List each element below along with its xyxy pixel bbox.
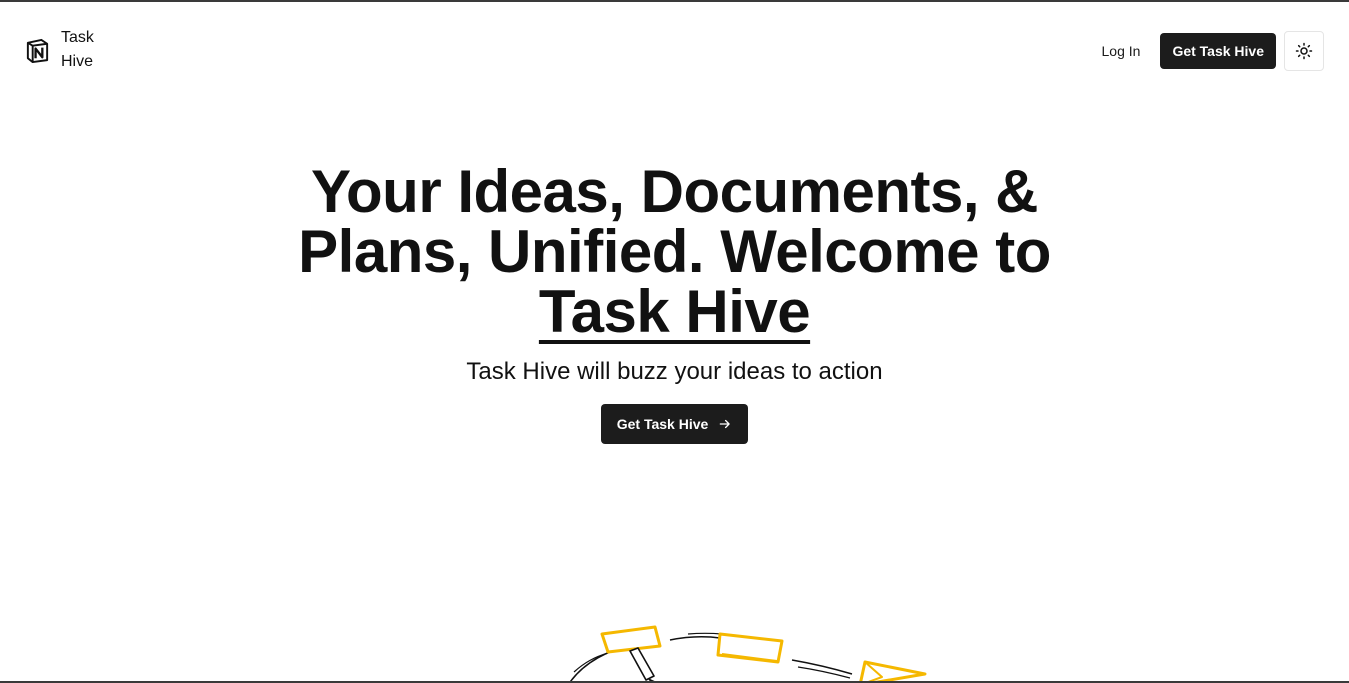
notion-logo-icon [26,38,49,63]
hero-headline: Your Ideas, Documents, & Plans, Unified.… [280,162,1070,342]
brand-name: Task Hive [61,29,94,70]
paper-planes-illustration [569,625,927,681]
login-button[interactable]: Log In [1092,35,1151,67]
hero-cta-label: Get Task Hive [616,416,709,432]
logo-link[interactable]: Task Hive [24,26,103,74]
navbar-actions: Log In Get Task Hive [1092,31,1324,71]
theme-toggle-button[interactable] [1284,31,1324,71]
headline-text: Your Ideas, Documents, & Plans, Unified.… [298,158,1051,285]
get-task-hive-nav-button[interactable]: Get Task Hive [1160,33,1276,69]
get-task-hive-hero-button[interactable]: Get Task Hive [600,404,749,444]
landing-page: Task Hive Log In Get Task Hive Your Idea… [0,0,1349,683]
hero-tagline: Task Hive will buzz your ideas to action [466,358,883,385]
arrow-right-icon [719,419,731,429]
hero-section: Your Ideas, Documents, & Plans, Unified.… [0,162,1349,444]
headline-brand: Task Hive [538,278,811,345]
sun-icon [1295,42,1313,60]
